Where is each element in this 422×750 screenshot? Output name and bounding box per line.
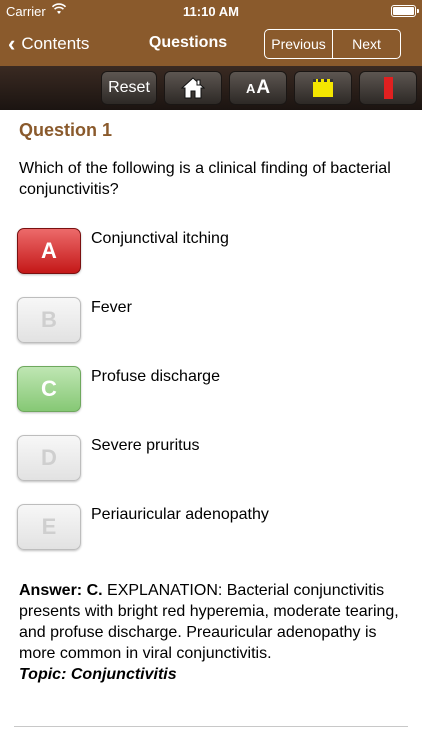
- bookmark-icon: [383, 77, 393, 99]
- font-size-button[interactable]: AA: [229, 71, 287, 105]
- answer-explanation: Answer: C. EXPLANATION: Bacterial conjun…: [19, 580, 407, 685]
- choice-c[interactable]: C Profuse discharge: [17, 366, 407, 412]
- font-size-small-label: A: [245, 80, 256, 96]
- bookmark-button[interactable]: [359, 71, 417, 105]
- choice-b-text: Fever: [91, 299, 132, 316]
- page-title: Questions: [148, 34, 228, 51]
- status-bar: Carrier 11:10 AM: [0, 0, 422, 22]
- choice-a[interactable]: A Conjunctival itching: [17, 228, 407, 274]
- topic-value: Conjunctivitis: [70, 666, 177, 683]
- top-bar: Carrier 11:10 AM ‹ Contents Questions Pr…: [0, 0, 422, 66]
- choice-b-button[interactable]: B: [17, 297, 81, 343]
- divider: [14, 726, 408, 727]
- question-text: Which of the following is a clinical fin…: [19, 160, 391, 198]
- choice-c-button[interactable]: C: [17, 366, 81, 412]
- notepad-icon: [313, 79, 333, 97]
- question-pager: Previous Next: [264, 29, 401, 59]
- choice-a-text: Conjunctival itching: [91, 230, 229, 247]
- choice-c-text: Profuse discharge: [91, 368, 220, 385]
- next-button[interactable]: Next: [332, 30, 400, 58]
- choice-a-button[interactable]: A: [17, 228, 81, 274]
- choice-d[interactable]: D Severe pruritus: [17, 435, 407, 481]
- answer-prefix: Answer: C.: [19, 582, 103, 599]
- choice-e-button[interactable]: E: [17, 504, 81, 550]
- navigation-bar: ‹ Contents Questions Previous Next: [0, 22, 422, 66]
- reset-button[interactable]: Reset: [101, 71, 157, 105]
- choice-b[interactable]: B Fever: [17, 297, 407, 343]
- battery-icon: [391, 5, 419, 17]
- notes-button[interactable]: [294, 71, 352, 105]
- back-button-label: Contents: [21, 34, 90, 53]
- home-button[interactable]: [164, 71, 222, 105]
- choice-d-button[interactable]: D: [17, 435, 81, 481]
- choice-e-text: Periauricular adenopathy: [91, 506, 269, 523]
- choice-d-text: Severe pruritus: [91, 437, 200, 454]
- question-title: Question 1: [19, 120, 113, 140]
- previous-button[interactable]: Previous: [265, 30, 332, 58]
- home-icon: [181, 77, 205, 99]
- font-size-large-label: A: [256, 77, 271, 98]
- choice-e[interactable]: E Periauricular adenopathy: [17, 504, 407, 550]
- topic-label: Topic:: [19, 666, 67, 683]
- toolbar: Reset AA: [0, 66, 422, 110]
- back-button[interactable]: ‹ Contents: [8, 30, 89, 58]
- chevron-left-icon: ‹: [8, 31, 16, 56]
- clock-label: 11:10 AM: [183, 4, 239, 19]
